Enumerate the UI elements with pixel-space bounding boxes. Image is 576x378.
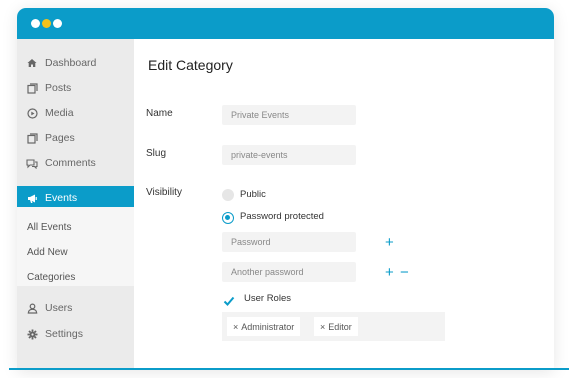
sidebar-item-dashboard[interactable]: Dashboard (17, 51, 134, 75)
sidebar-item-label: Comments (45, 157, 96, 169)
submenu-item-categories[interactable]: Categories (27, 266, 75, 288)
slug-label: Slug (146, 148, 167, 159)
gear-icon (26, 328, 38, 340)
add-password-button-2[interactable]: + (385, 265, 394, 280)
role-tag-label: Administrator (241, 321, 295, 332)
window-close-dot[interactable] (31, 19, 40, 28)
sidebar-item-posts[interactable]: Posts (17, 76, 134, 100)
role-tag-label: Editor (328, 321, 352, 332)
remove-tag-icon[interactable]: × (233, 322, 238, 332)
checkmark-icon (223, 296, 235, 306)
user-roles-checkbox[interactable] (223, 294, 235, 306)
sidebar-item-label: Users (45, 302, 73, 314)
submenu-item-add-new[interactable]: Add New (27, 241, 68, 263)
pages-icon (26, 132, 38, 144)
user-icon (26, 302, 38, 314)
name-label: Name (146, 108, 173, 119)
another-password-input[interactable]: Another password (222, 262, 356, 282)
sidebar-item-label: Pages (45, 132, 75, 144)
sidebar-item-label: Events (45, 192, 78, 204)
app-window: Dashboard Posts Media Pages Comments Eve… (17, 8, 554, 370)
add-password-button[interactable]: + (385, 235, 394, 250)
role-tag-administrator: × Administrator (227, 317, 301, 336)
events-submenu: All Events Add New Categories (17, 207, 134, 286)
sidebar: Dashboard Posts Media Pages Comments Eve… (17, 39, 134, 370)
sidebar-item-label: Dashboard (45, 57, 97, 69)
media-icon (26, 107, 38, 119)
window-maximize-dot[interactable] (53, 19, 62, 28)
title-bar (17, 8, 554, 39)
public-radio[interactable] (222, 189, 234, 201)
sidebar-item-users[interactable]: Users (17, 296, 134, 320)
sidebar-item-media[interactable]: Media (17, 101, 134, 125)
comments-icon (26, 157, 38, 169)
user-roles-label: User Roles (244, 293, 291, 304)
sidebar-item-settings[interactable]: Settings (17, 322, 134, 346)
bottom-accent-line (9, 368, 569, 370)
dashboard-icon (26, 57, 38, 69)
public-radio-label: Public (240, 189, 266, 200)
window-minimize-dot[interactable] (42, 19, 51, 28)
sidebar-item-label: Media (45, 107, 74, 119)
password-protected-radio[interactable] (222, 212, 234, 224)
password-protected-radio-label: Password protected (240, 211, 324, 222)
posts-icon (26, 82, 38, 94)
roles-input[interactable]: × Administrator × Editor (222, 312, 445, 341)
remove-tag-icon[interactable]: × (320, 322, 325, 332)
role-tag-editor: × Editor (314, 317, 358, 336)
sidebar-item-label: Posts (45, 82, 72, 94)
megaphone-icon (26, 192, 38, 204)
sidebar-item-comments[interactable]: Comments (17, 151, 134, 175)
name-field[interactable]: Private Events (222, 105, 356, 125)
page-title: Edit Category (148, 57, 233, 73)
submenu-item-all-events[interactable]: All Events (27, 216, 71, 238)
visibility-label: Visibility (146, 187, 182, 198)
remove-password-button[interactable]: − (400, 265, 409, 280)
sidebar-item-label: Settings (45, 328, 83, 340)
sidebar-item-pages[interactable]: Pages (17, 126, 134, 150)
slug-field[interactable]: private-events (222, 145, 356, 165)
main-content: Edit Category Name Private Events Slug p… (134, 39, 554, 370)
password-input[interactable]: Password (222, 232, 356, 252)
